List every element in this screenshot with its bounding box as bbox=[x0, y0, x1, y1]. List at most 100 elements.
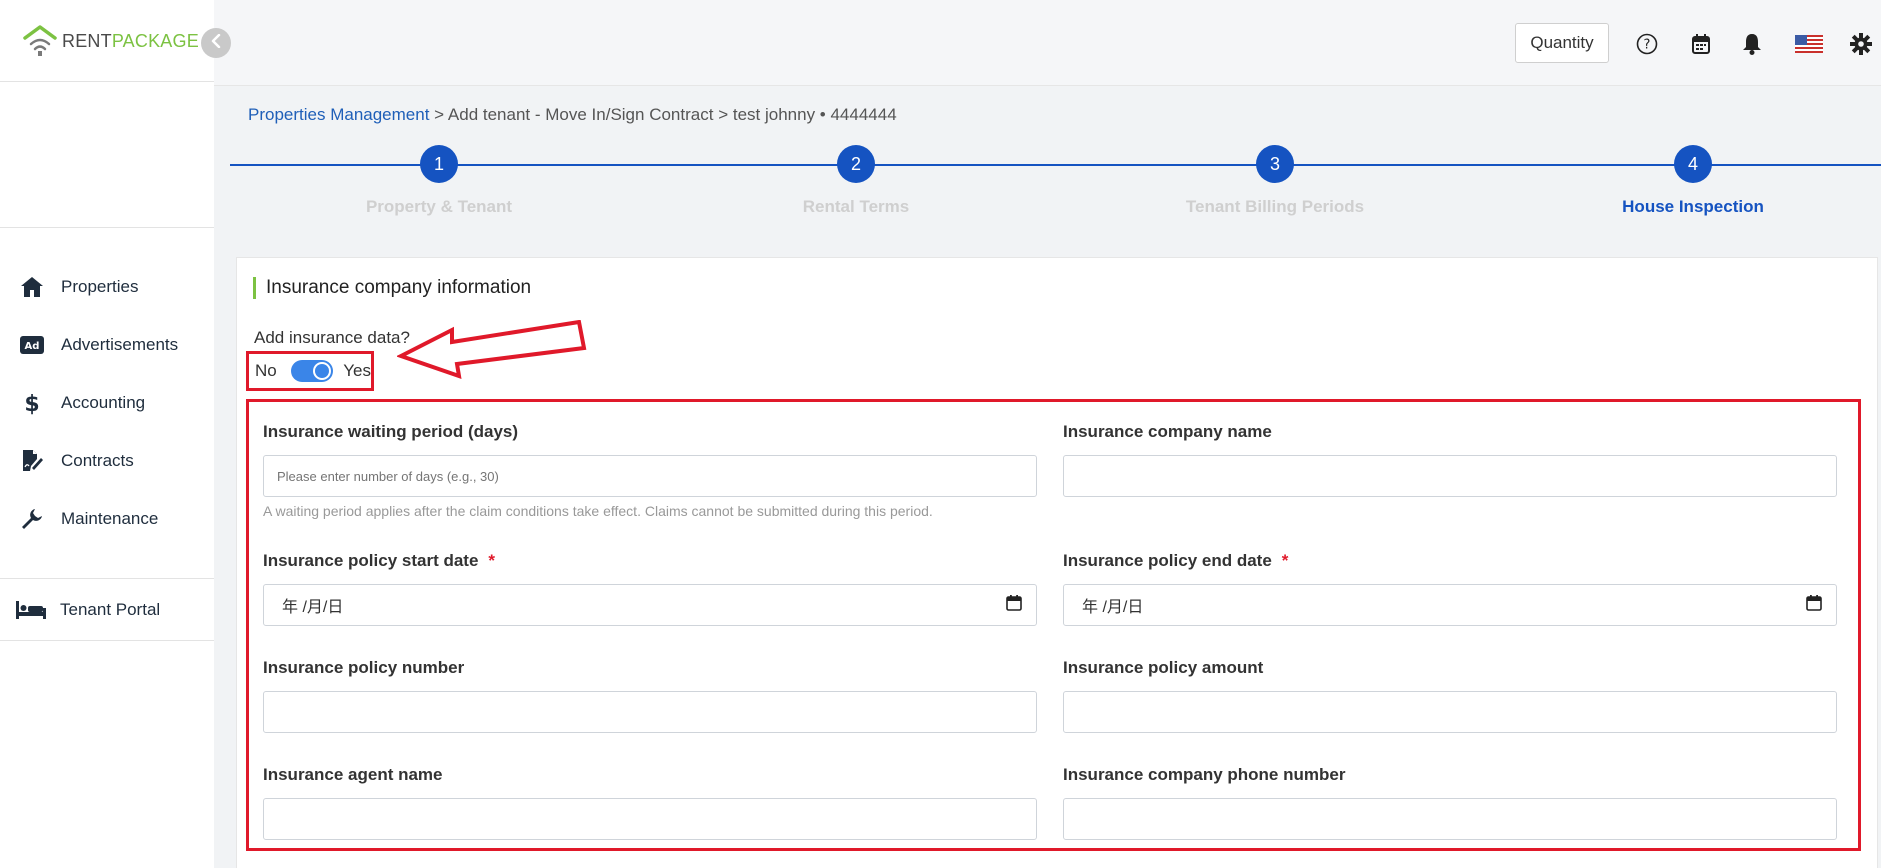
sidebar-item-tenant-portal[interactable]: Tenant Portal bbox=[0, 579, 214, 641]
sidebar-item-label: Advertisements bbox=[61, 335, 179, 354]
company-phone-input[interactable] bbox=[1063, 798, 1837, 840]
add-insurance-toggle[interactable] bbox=[290, 360, 334, 382]
step-number: 3 bbox=[1256, 145, 1294, 183]
breadcrumb-tenant: test johnny • 4444444 bbox=[732, 105, 897, 124]
field-label: Insurance policy number bbox=[263, 658, 465, 677]
step-label: Rental Terms bbox=[802, 197, 910, 216]
step-house-inspection[interactable]: 4 House Inspection bbox=[1583, 145, 1803, 217]
field-label: Insurance waiting period (days) bbox=[263, 422, 519, 441]
field-policy-number: Insurance policy number bbox=[263, 658, 1037, 733]
sidebar-item-label: Maintenance bbox=[61, 509, 159, 528]
logo-rent: RENT bbox=[62, 30, 112, 51]
waiting-period-input[interactable] bbox=[263, 455, 1037, 497]
home-icon bbox=[20, 275, 44, 299]
help-icon[interactable]: ? bbox=[1634, 31, 1660, 57]
insurance-card: Insurance company information Add insura… bbox=[236, 257, 1878, 868]
agent-name-input[interactable] bbox=[263, 798, 1037, 840]
field-label: Insurance policy start date * bbox=[263, 551, 1037, 571]
bell-icon[interactable] bbox=[1739, 31, 1765, 57]
svg-text:Ad: Ad bbox=[25, 341, 40, 352]
date-placeholder: 年 /月/日 bbox=[1082, 599, 1144, 616]
gear-icon[interactable] bbox=[1848, 31, 1874, 57]
step-number: 2 bbox=[837, 145, 875, 183]
logo-text: RENTPACKAGE bbox=[62, 31, 199, 52]
field-label: Insurance policy end date * bbox=[1063, 551, 1837, 571]
section-title: Insurance company information bbox=[253, 277, 531, 299]
chevron-left-icon bbox=[210, 33, 222, 53]
us-flag-icon[interactable] bbox=[1794, 31, 1824, 57]
field-label-text: Insurance policy end date bbox=[1063, 551, 1272, 570]
sidebar-item-properties[interactable]: Properties bbox=[0, 258, 214, 316]
breadcrumb-current-page: Add tenant - Move In/Sign Contract bbox=[447, 105, 714, 124]
top-header: Quantity ? bbox=[214, 0, 1881, 86]
dollar-icon: $ bbox=[20, 391, 44, 415]
policy-amount-input[interactable] bbox=[1063, 691, 1837, 733]
breadcrumb-link-properties-management[interactable]: Properties Management bbox=[248, 105, 429, 124]
sidebar-item-accounting[interactable]: $ Accounting bbox=[0, 374, 214, 432]
sidebar-item-contracts[interactable]: Contracts bbox=[0, 432, 214, 490]
sidebar-spacer bbox=[0, 82, 214, 228]
field-policy-amount: Insurance policy amount bbox=[1063, 658, 1837, 733]
breadcrumb-separator: > bbox=[434, 105, 445, 124]
calendar-icon[interactable] bbox=[1688, 31, 1714, 57]
field-label: Insurance policy amount bbox=[1063, 658, 1264, 677]
quantity-button[interactable]: Quantity bbox=[1515, 23, 1609, 63]
breadcrumb: Properties Management > Add tenant - Mov… bbox=[248, 105, 897, 125]
svg-text:?: ? bbox=[1644, 38, 1651, 53]
step-rental-terms[interactable]: 2 Rental Terms bbox=[746, 145, 966, 217]
company-name-input[interactable] bbox=[1063, 455, 1837, 497]
step-number: 4 bbox=[1674, 145, 1712, 183]
breadcrumb-separator: > bbox=[718, 105, 729, 124]
policy-number-input[interactable] bbox=[263, 691, 1037, 733]
field-label: Insurance agent name bbox=[263, 765, 443, 784]
annotation-arrow-icon bbox=[397, 320, 587, 379]
step-property-tenant[interactable]: 1 Property & Tenant bbox=[329, 145, 549, 217]
logo-area: RENTPACKAGE bbox=[0, 0, 214, 82]
contract-icon bbox=[20, 449, 44, 473]
sidebar: RENTPACKAGE Properties Ad Advertisements… bbox=[0, 0, 214, 868]
tenant-portal-label: Tenant Portal bbox=[60, 599, 161, 619]
calendar-picker-icon[interactable] bbox=[1006, 594, 1022, 616]
required-mark: * bbox=[488, 551, 496, 570]
field-company-phone: Insurance company phone number bbox=[1063, 765, 1837, 840]
field-label-text: Insurance policy start date bbox=[263, 551, 479, 570]
ad-icon: Ad bbox=[20, 333, 44, 357]
logo-package: PACKAGE bbox=[111, 30, 199, 51]
insurance-toggle-group: No Yes bbox=[246, 351, 374, 391]
required-mark: * bbox=[1281, 551, 1289, 570]
sidebar-item-label: Properties bbox=[61, 277, 139, 296]
toggle-no-label: No bbox=[255, 361, 277, 380]
date-placeholder: 年 /月/日 bbox=[282, 599, 344, 616]
logo[interactable]: RENTPACKAGE bbox=[22, 24, 199, 58]
add-insurance-question: Add insurance data? bbox=[254, 328, 410, 347]
policy-end-date-input[interactable]: 年 /月/日 bbox=[1063, 584, 1837, 626]
field-label: Insurance company name bbox=[1063, 422, 1272, 441]
field-label: Insurance company phone number bbox=[1063, 765, 1346, 784]
sidebar-collapse-button[interactable] bbox=[201, 28, 231, 58]
wrench-icon bbox=[20, 507, 44, 531]
step-tenant-billing-periods[interactable]: 3 Tenant Billing Periods bbox=[1165, 145, 1385, 217]
toggle-yes-label: Yes bbox=[343, 361, 371, 380]
wizard-stepper: 1 Property & Tenant 2 Rental Terms 3 Ten… bbox=[230, 145, 1881, 225]
sidebar-nav: Properties Ad Advertisements $ Accountin… bbox=[0, 228, 214, 548]
policy-start-date-input[interactable]: 年 /月/日 bbox=[263, 584, 1037, 626]
toggle-knob bbox=[313, 362, 332, 380]
field-waiting-period: Insurance waiting period (days) A waitin… bbox=[263, 422, 1037, 519]
sidebar-item-advertisements[interactable]: Ad Advertisements bbox=[0, 316, 214, 374]
svg-text:$: $ bbox=[24, 392, 39, 415]
logo-house-wifi-icon bbox=[22, 24, 58, 58]
field-policy-end-date: Insurance policy end date * 年 /月/日 bbox=[1063, 551, 1837, 626]
waiting-period-hint: A waiting period applies after the claim… bbox=[263, 503, 933, 519]
sidebar-item-maintenance[interactable]: Maintenance bbox=[0, 490, 214, 548]
calendar-picker-icon[interactable] bbox=[1806, 594, 1822, 616]
step-label: House Inspection bbox=[1622, 197, 1764, 216]
sidebar-item-label: Accounting bbox=[61, 393, 146, 412]
sidebar-item-label: Contracts bbox=[61, 451, 134, 470]
field-company-name: Insurance company name bbox=[1063, 422, 1837, 497]
field-agent-name: Insurance agent name bbox=[263, 765, 1037, 840]
step-label: Tenant Billing Periods bbox=[1185, 197, 1365, 216]
insurance-fields-highlight: Insurance waiting period (days) A waitin… bbox=[246, 399, 1861, 851]
step-number: 1 bbox=[420, 145, 458, 183]
field-policy-start-date: Insurance policy start date * 年 /月/日 bbox=[263, 551, 1037, 626]
bed-icon bbox=[16, 598, 46, 622]
